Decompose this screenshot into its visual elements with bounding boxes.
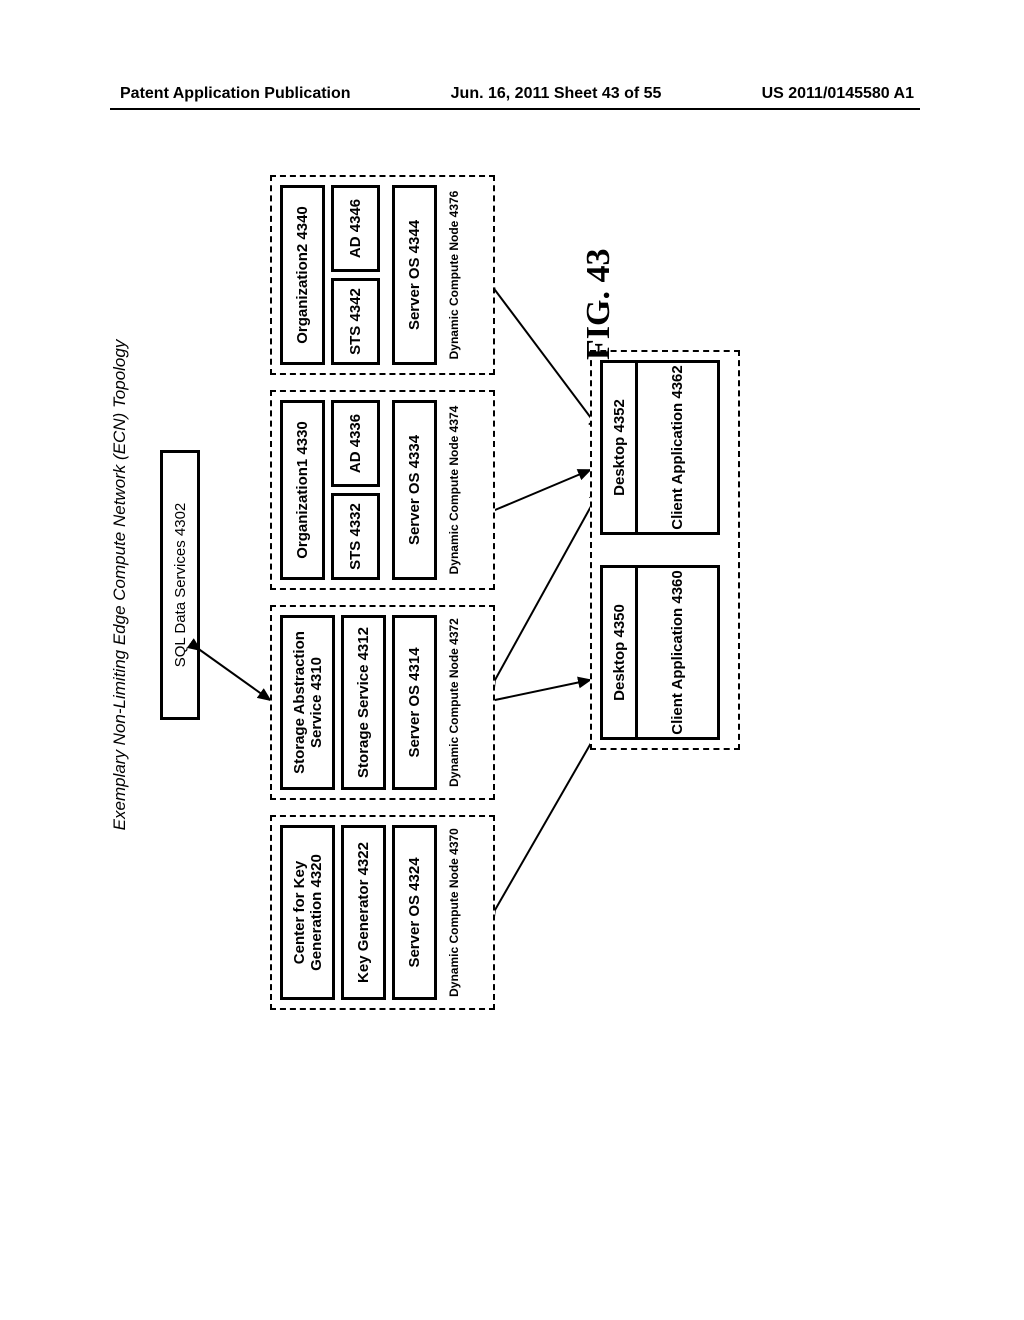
- header-right: US 2011/0145580 A1: [762, 85, 914, 103]
- center-key-gen-box: Center for Key Generation 4320: [280, 825, 335, 1000]
- desktop-4352-title: Desktop 4352: [600, 360, 635, 535]
- compute-node-4374: Organization1 4330 STS 4332 AD 4336 Serv…: [270, 390, 495, 590]
- header-left: Patent Application Publication: [120, 85, 351, 103]
- desktop-4350: Desktop 4350 Client Application 4360: [600, 565, 730, 740]
- page-header: Patent Application Publication Jun. 16, …: [0, 85, 1024, 103]
- connector-lines: [110, 160, 890, 1010]
- key-generator-box: Key Generator 4322: [341, 825, 386, 1000]
- compute-node-4372: Storage Abstraction Service 4310 Storage…: [270, 605, 495, 800]
- node-4372-caption: Dynamic Compute Node 4372: [447, 615, 461, 790]
- node-4376-caption: Dynamic Compute Node 4376: [447, 185, 461, 365]
- diagram-title: Exemplary Non-Limiting Edge Compute Netw…: [110, 160, 130, 1010]
- server-os-4344-box: Server OS 4344: [392, 185, 437, 365]
- org1-box: Organization1 4330: [280, 400, 325, 580]
- org2-box: Organization2 4340: [280, 185, 325, 365]
- ad-4346-box: AD 4346: [331, 185, 380, 272]
- node-4374-caption: Dynamic Compute Node 4374: [447, 400, 461, 580]
- compute-node-4370: Center for Key Generation 4320 Key Gener…: [270, 815, 495, 1010]
- server-os-4314-box: Server OS 4314: [392, 615, 437, 790]
- server-os-4334-box: Server OS 4334: [392, 400, 437, 580]
- desktop-group: Desktop 4350 Client Application 4360 Des…: [590, 350, 740, 750]
- figure-label: FIG. 43: [580, 249, 618, 360]
- header-center: Jun. 16, 2011 Sheet 43 of 55: [451, 85, 662, 103]
- desktop-4352: Desktop 4352 Client Application 4362: [600, 360, 730, 535]
- diagram-stage: Exemplary Non-Limiting Edge Compute Netw…: [110, 230, 960, 1010]
- compute-node-4376: Organization2 4340 STS 4342 AD 4346 Serv…: [270, 175, 495, 375]
- ad-4336-box: AD 4336: [331, 400, 380, 487]
- desktop-4350-title: Desktop 4350: [600, 565, 635, 740]
- server-os-4324-box: Server OS 4324: [392, 825, 437, 1000]
- sql-data-services-box: SQL Data Services 4302: [160, 450, 200, 720]
- sts-4342-box: STS 4342: [331, 278, 380, 365]
- client-app-4362: Client Application 4362: [635, 360, 720, 535]
- header-rule: [110, 108, 920, 110]
- storage-service-box: Storage Service 4312: [341, 615, 386, 790]
- client-app-4360: Client Application 4360: [635, 565, 720, 740]
- storage-abstraction-box: Storage Abstraction Service 4310: [280, 615, 335, 790]
- sts-4332-box: STS 4332: [331, 493, 380, 580]
- node-4370-caption: Dynamic Compute Node 4370: [447, 825, 461, 1000]
